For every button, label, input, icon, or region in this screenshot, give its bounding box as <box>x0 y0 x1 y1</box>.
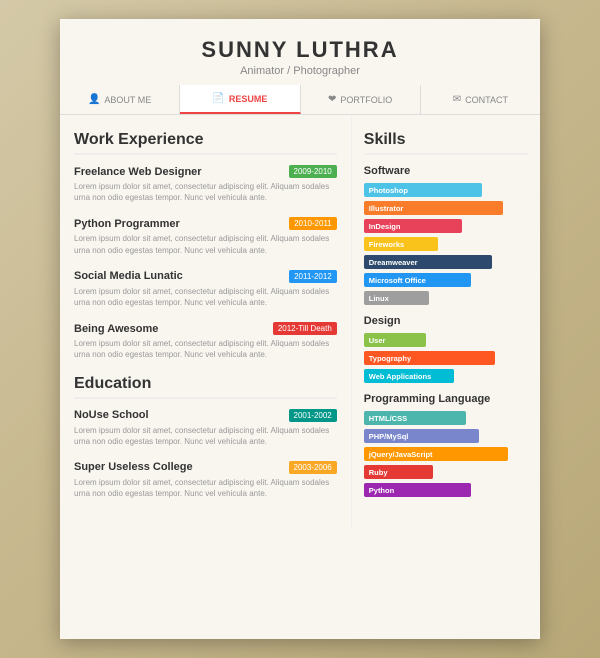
skill-name: Photoshop <box>369 186 408 195</box>
main-content: Work Experience Freelance Web Designer 2… <box>60 115 540 529</box>
skill-bar: Python <box>364 483 471 497</box>
skill-bar-wrap: jQuery/JavaScript <box>364 447 528 461</box>
nav-resume-label: RESUME <box>229 94 268 104</box>
skill-name: Ruby <box>369 468 388 477</box>
mail-icon: ✉ <box>453 94 461 105</box>
skill-bar-wrap: Photoshop <box>364 183 528 197</box>
job-title: Python Programmer <box>74 218 180 230</box>
job-title: Freelance Web Designer <box>74 166 202 178</box>
person-name: SUNNY LUTHRA <box>60 37 540 63</box>
skill-name: Python <box>369 486 394 495</box>
skill-bar-wrap: PHP/MySql <box>364 429 528 443</box>
skill-bar: Ruby <box>364 465 433 479</box>
skill-bar-wrap: Ruby <box>364 465 528 479</box>
education-title: Education <box>74 375 337 399</box>
nav-contact-label: CONTACT <box>465 95 508 105</box>
work-exp-title: Work Experience <box>74 131 337 155</box>
skill-name: Microsoft Office <box>369 276 426 285</box>
skill-name: HTML/CSS <box>369 414 407 423</box>
skill-bar: Dreamweaver <box>364 255 492 269</box>
header: SUNNY LUTHRA Animator / Photographer <box>60 19 540 85</box>
work-entry: Social Media Lunatic 2011-2012 Lorem ips… <box>74 270 337 308</box>
skill-bar-wrap: Python <box>364 483 528 497</box>
school-date: 2001-2002 <box>289 409 337 422</box>
skill-bar: InDesign <box>364 219 463 233</box>
resume-card: SUNNY LUTHRA Animator / Photographer 👤 A… <box>60 19 540 639</box>
skill-name: Dreamweaver <box>369 258 418 267</box>
skill-bar: HTML/CSS <box>364 411 466 425</box>
school-description: Lorem ipsum dolor sit amet, consectetur … <box>74 477 337 499</box>
job-description: Lorem ipsum dolor sit amet, consectetur … <box>74 181 337 203</box>
skill-bar-wrap: Dreamweaver <box>364 255 528 269</box>
skill-bar-wrap: User <box>364 333 528 347</box>
skill-name: Linux <box>369 294 389 303</box>
nav-about-label: ABOUT ME <box>104 95 151 105</box>
school-description: Lorem ipsum dolor sit amet, consectetur … <box>74 425 337 447</box>
skills-design-label: Design <box>364 315 528 327</box>
school-title: Super Useless College <box>74 461 193 473</box>
skill-bar: Microsoft Office <box>364 273 471 287</box>
skill-name: jQuery/JavaScript <box>369 450 433 459</box>
skill-bar-wrap: Web Applications <box>364 369 528 383</box>
skill-bar: Fireworks <box>364 237 438 251</box>
resume-icon: 📄 <box>212 93 224 104</box>
skill-bar-wrap: Linux <box>364 291 528 305</box>
skill-name: PHP/MySql <box>369 432 409 441</box>
job-date: 2011-2012 <box>289 270 337 283</box>
skill-bar: Illustrator <box>364 201 504 215</box>
skill-name: User <box>369 336 386 345</box>
job-date: 2012-Till Death <box>273 322 337 335</box>
job-date: 2010-2011 <box>289 217 337 230</box>
skill-bar: jQuery/JavaScript <box>364 447 509 461</box>
skill-bar: Linux <box>364 291 430 305</box>
skill-bar: Typography <box>364 351 495 365</box>
left-column: Work Experience Freelance Web Designer 2… <box>60 115 352 529</box>
skills-programming-label: Programming Language <box>364 393 528 405</box>
job-description: Lorem ipsum dolor sit amet, consectetur … <box>74 233 337 255</box>
skill-bar: Web Applications <box>364 369 454 383</box>
skills-title: Skills <box>364 131 528 155</box>
job-description: Lorem ipsum dolor sit amet, consectetur … <box>74 286 337 308</box>
job-description: Lorem ipsum dolor sit amet, consectetur … <box>74 338 337 360</box>
navigation: 👤 ABOUT ME 📄 RESUME ❤ PORTFOLIO ✉ CONTAC… <box>60 85 540 115</box>
skill-name: Fireworks <box>369 240 404 249</box>
job-title: Social Media Lunatic <box>74 270 183 282</box>
school-date: 2003-2006 <box>289 461 337 474</box>
skills-software-label: Software <box>364 165 528 177</box>
skill-bar-wrap: InDesign <box>364 219 528 233</box>
skill-bar-wrap: HTML/CSS <box>364 411 528 425</box>
person-subtitle: Animator / Photographer <box>60 65 540 77</box>
nav-portfolio[interactable]: ❤ PORTFOLIO <box>301 85 421 114</box>
job-date: 2009-2010 <box>289 165 337 178</box>
skill-bar: Photoshop <box>364 183 482 197</box>
work-entry: Being Awesome 2012-Till Death Lorem ipsu… <box>74 322 337 360</box>
nav-portfolio-label: PORTFOLIO <box>340 95 392 105</box>
skill-bar: User <box>364 333 426 347</box>
education-list: NoUse School 2001-2002 Lorem ipsum dolor… <box>74 409 337 500</box>
skill-bar-wrap: Typography <box>364 351 528 365</box>
skill-bar: PHP/MySql <box>364 429 479 443</box>
school-title: NoUse School <box>74 409 149 421</box>
nav-about[interactable]: 👤 ABOUT ME <box>60 85 180 114</box>
job-title: Being Awesome <box>74 323 158 335</box>
work-entry: Python Programmer 2010-2011 Lorem ipsum … <box>74 217 337 255</box>
skill-name: Typography <box>369 354 411 363</box>
skills-container: Software Photoshop Illustrator InDesign … <box>364 165 528 497</box>
skill-bar-wrap: Microsoft Office <box>364 273 528 287</box>
right-column: Skills Software Photoshop Illustrator In… <box>352 115 540 529</box>
skill-name: Illustrator <box>369 204 404 213</box>
skill-bar-wrap: Illustrator <box>364 201 528 215</box>
nav-resume[interactable]: 📄 RESUME <box>180 85 300 114</box>
nav-contact[interactable]: ✉ CONTACT <box>421 85 540 114</box>
skill-name: InDesign <box>369 222 401 231</box>
skill-bar-wrap: Fireworks <box>364 237 528 251</box>
education-entry: Super Useless College 2003-2006 Lorem ip… <box>74 461 337 499</box>
heart-icon: ❤ <box>328 94 336 105</box>
work-entry: Freelance Web Designer 2009-2010 Lorem i… <box>74 165 337 203</box>
education-entry: NoUse School 2001-2002 Lorem ipsum dolor… <box>74 409 337 447</box>
work-jobs-list: Freelance Web Designer 2009-2010 Lorem i… <box>74 165 337 361</box>
person-icon: 👤 <box>88 94 100 105</box>
skill-name: Web Applications <box>369 372 432 381</box>
